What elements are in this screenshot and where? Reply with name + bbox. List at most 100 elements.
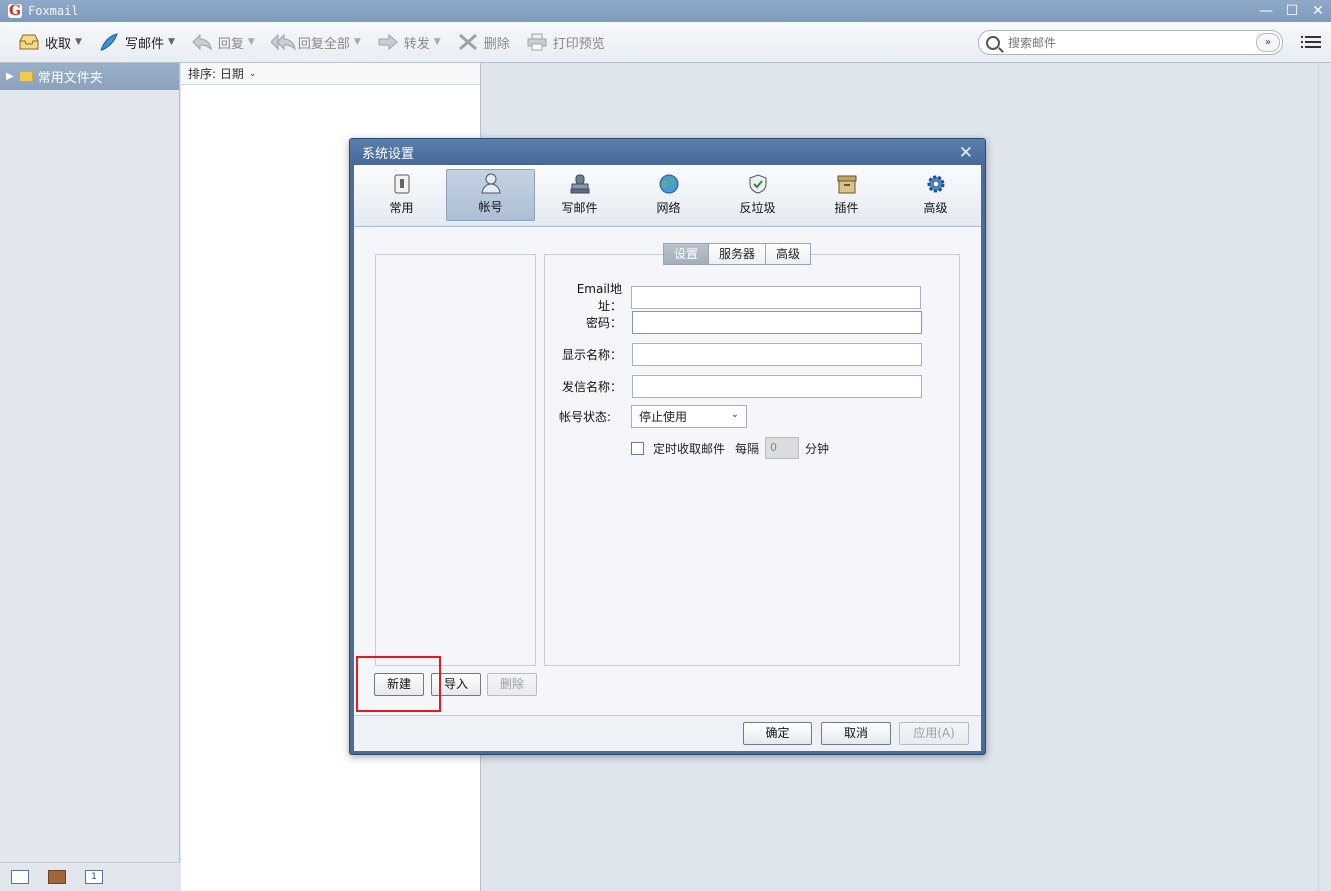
close-window-button[interactable]: ✕ [1305,0,1331,22]
sender-name-label: 发信名称： [561,380,622,394]
reply-arrow-icon [191,32,213,52]
delete-mail-label: 删除 [483,36,510,52]
search-input[interactable] [1008,35,1248,50]
category-plugins[interactable]: 插件 [802,169,891,221]
forward-button[interactable]: 转发 ▼ [369,27,449,57]
tab-settings[interactable]: 设置 [663,243,710,265]
forward-label: 转发 [403,36,430,52]
receive-button[interactable]: 收取 ▼ [10,27,90,57]
shield-icon [747,173,769,195]
minimize-button[interactable]: — [1253,0,1279,22]
interval-input: 0 [765,437,800,459]
ok-button[interactable]: 确定 [743,722,812,745]
delete-account-button[interactable]: 删除 [487,673,537,696]
display-name-field[interactable] [632,343,922,366]
email-label: Email地址： [576,282,622,313]
interval-prefix-label: 每隔 [735,441,760,456]
calendar-icon[interactable]: 1 [85,870,103,884]
scheduled-fetch-checkbox[interactable] [631,441,644,455]
window-controls: — ☐ ✕ [1253,0,1331,22]
expand-triangle-icon[interactable]: ▶ [6,71,14,82]
folder-group-common[interactable]: ▶ 常用文件夹 [0,63,179,90]
delete-mail-button[interactable]: 删除 [449,27,518,57]
main-toolbar: 收取 ▼ 写邮件 ▼ 回复 ▼ 回复全部 ▼ 转发 ▼ 删除 打印预览 搜索邮件… [0,22,1331,63]
account-list[interactable] [375,254,536,666]
password-field[interactable] [632,311,922,334]
scheduled-fetch-label: 定时收取邮件 [653,441,726,456]
highlight-annotation [356,656,441,712]
category-antispam[interactable]: 反垃圾 [713,169,802,221]
search-options-button[interactable]: » [1256,33,1280,52]
reply-all-button[interactable]: 回复全部 ▼ [263,27,369,57]
forward-arrow-icon [377,32,399,52]
dialog-footer: 确定 取消 应用(A) [354,715,981,751]
password-row: 密码： [554,311,922,334]
maximize-button[interactable]: ☐ [1279,0,1305,22]
compose-label: 写邮件 [124,36,164,52]
bottom-nav-bar: 1 [0,862,180,891]
sort-label: 排序: 日期 [188,67,244,81]
receive-label: 收取 [45,36,72,52]
folder-icon [18,71,33,82]
settings-category-bar: 常用 帐号 写邮件 网络 反垃圾 插件 高级 [354,165,981,227]
account-status-row: 帐号状态: 停止使用 ⌄ [554,405,747,428]
forward-dropdown-icon[interactable]: ▼ [434,37,441,47]
dialog-title-bar[interactable]: 系统设置 [350,139,985,165]
switch-icon [391,173,413,195]
password-label: 密码： [585,316,622,330]
menu-list-icon[interactable] [1301,36,1321,50]
reply-all-label: 回复全部 [297,36,350,52]
tab-server[interactable]: 服务器 [708,243,767,265]
sort-chevron-down-icon[interactable]: ⌄ [249,69,257,79]
printer-icon [526,32,548,52]
print-preview-button[interactable]: 打印预览 [518,27,613,57]
category-general[interactable]: 常用 [357,169,446,221]
search-icon [986,35,1000,50]
category-advanced[interactable]: 高级 [891,169,980,221]
reply-button[interactable]: 回复 ▼ [183,27,263,57]
tab-advanced[interactable]: 高级 [765,243,812,265]
sender-name-field[interactable] [632,375,922,398]
stamp-icon [569,173,591,195]
account-status-label: 帐号状态: [559,410,612,424]
compose-button[interactable]: 写邮件 ▼ [90,27,183,57]
account-status-select[interactable]: 停止使用 ⌄ [631,405,747,428]
category-compose[interactable]: 写邮件 [535,169,624,221]
system-settings-dialog: 系统设置 ✕ 常用 帐号 写邮件 网络 反垃圾 插件 高级 设置 服务器 高级 … [349,138,986,755]
account-status-value: 停止使用 [639,410,688,424]
search-box: » [978,30,1283,55]
box-icon [836,173,858,195]
print-preview-label: 打印预览 [552,36,605,52]
dialog-close-icon[interactable]: ✕ [959,143,973,163]
inbox-tray-icon [18,32,40,52]
sort-bar[interactable]: 排序: 日期 ⌄ [181,63,480,85]
user-icon [480,172,502,194]
mail-view-icon[interactable] [11,870,29,884]
category-network[interactable]: 网络 [624,169,713,221]
cancel-button[interactable]: 取消 [821,722,891,745]
apply-button[interactable]: 应用(A) [899,722,969,745]
display-name-row: 显示名称： [554,343,922,366]
window-title: Foxmail [28,4,79,18]
reading-pane-scrollbar[interactable] [1318,63,1331,891]
email-field[interactable] [631,285,921,309]
folder-panel: ▶ 常用文件夹 [0,63,180,891]
interval-unit-label: 分钟 [805,441,830,456]
email-row: Email地址： [554,280,921,314]
gear-icon [925,173,947,195]
reply-dropdown-icon[interactable]: ▼ [248,37,255,47]
compose-dropdown-icon[interactable]: ▼ [168,37,175,47]
foxmail-logo-icon: G [8,3,22,19]
reply-all-dropdown-icon[interactable]: ▼ [354,37,361,47]
contacts-icon[interactable] [48,870,66,884]
category-account[interactable]: 帐号 [446,169,535,221]
reply-label: 回复 [217,36,244,52]
dialog-title: 系统设置 [362,146,415,162]
delete-x-icon [457,32,479,52]
globe-icon [658,173,680,195]
receive-dropdown-icon[interactable]: ▼ [75,37,82,47]
sender-name-row: 发信名称： [554,375,922,398]
window-title-bar: G Foxmail — ☐ ✕ [0,0,1331,22]
scheduled-fetch-row: 定时收取邮件 每隔 0 分钟 [631,437,829,459]
feather-pen-icon [98,32,120,52]
